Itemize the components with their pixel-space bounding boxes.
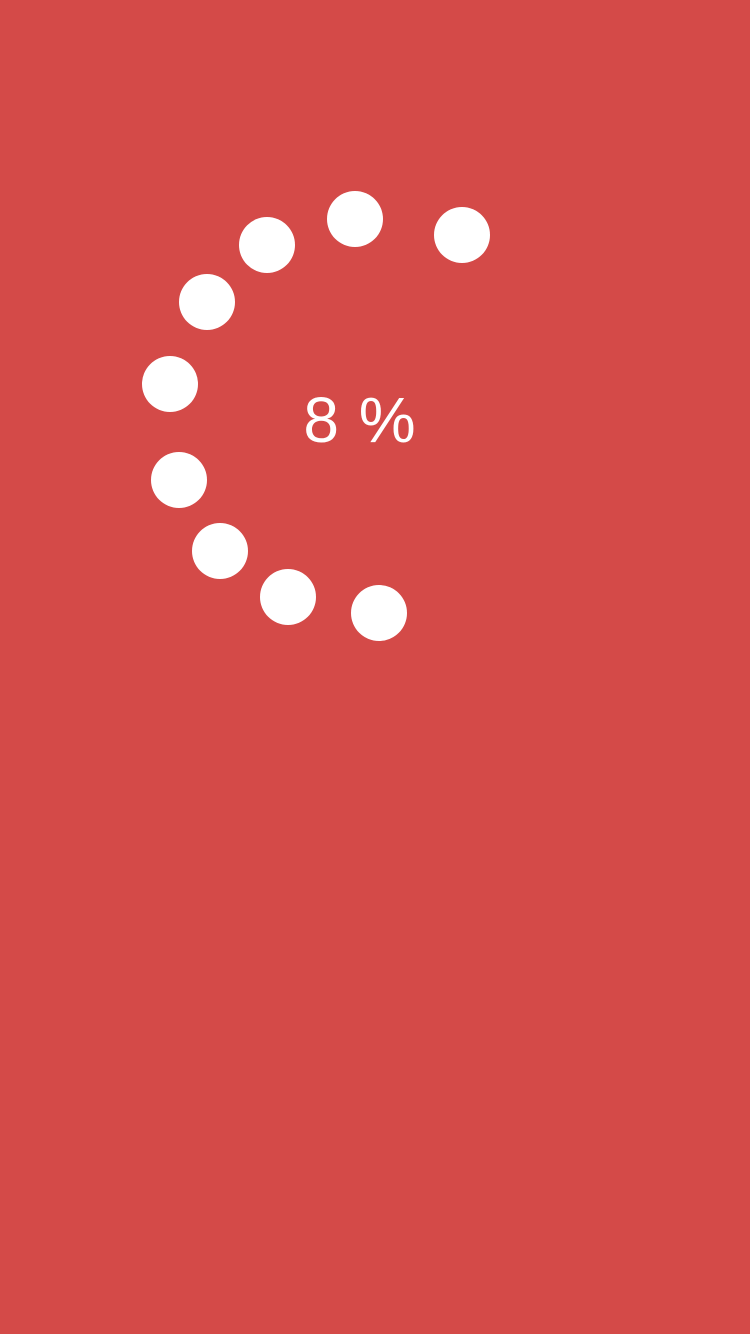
spinner-dot (351, 585, 407, 641)
progress-percent-label: 8 % (303, 384, 417, 456)
spinner-dot (192, 523, 248, 579)
spinner-dot (142, 356, 198, 412)
spinner-dot (260, 569, 316, 625)
loading-spinner (0, 0, 750, 1334)
spinner-dot (151, 452, 207, 508)
loading-screen: 8 % (0, 0, 750, 1334)
spinner-dot (327, 191, 383, 247)
spinner-dot (179, 274, 235, 330)
spinner-dot (434, 207, 490, 263)
spinner-dot (239, 217, 295, 273)
